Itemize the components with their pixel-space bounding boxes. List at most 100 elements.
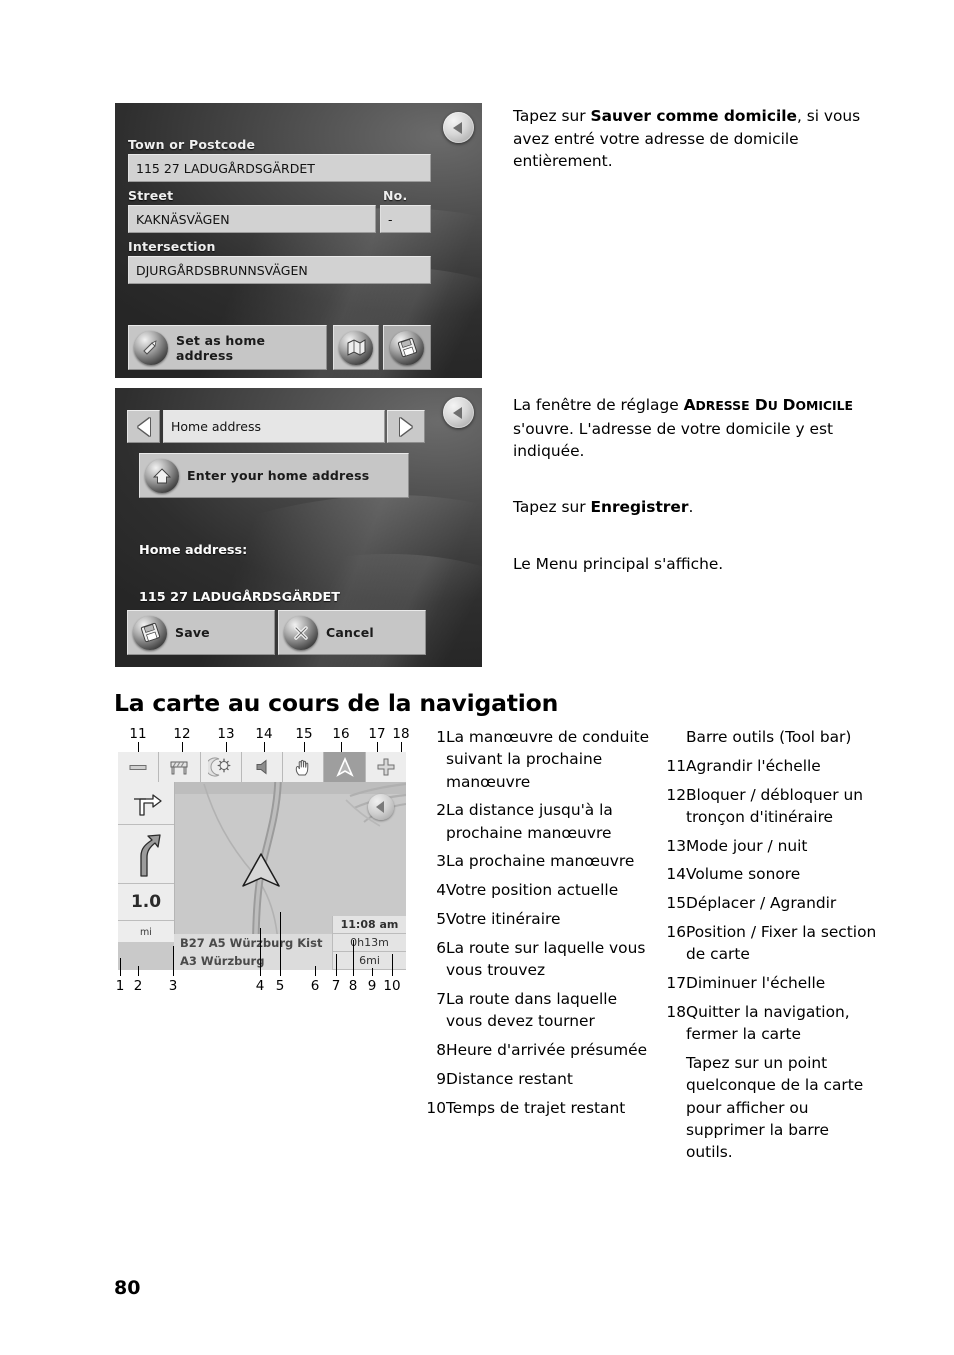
position-fix-button[interactable] — [324, 752, 366, 782]
speaker-icon — [256, 759, 267, 775]
roadblock-icon — [170, 761, 188, 775]
callout-1: 1 — [115, 978, 125, 994]
legend-item: 13 Mode jour / nuit — [664, 835, 879, 857]
callout-16: 16 — [332, 726, 350, 742]
legend-item-text: La route sur laquelle vous vous trouvez — [446, 938, 646, 980]
navigation-screenshot: 1.0 mi B27 A5 Würzburg Kist A3 Würzburg … — [118, 752, 406, 970]
turn-right-ahead-icon — [134, 794, 162, 816]
legend-item-text: Tapez sur un point quelconque de la cart… — [686, 1054, 864, 1162]
exit-navigation-button[interactable] — [368, 794, 394, 820]
eta-box: 11:08 am — [332, 916, 406, 934]
page-title: La carte au cours de la navigation — [114, 689, 559, 717]
volume-button[interactable] — [242, 752, 284, 782]
house-number-input[interactable]: - — [380, 205, 431, 233]
legend-item-number: 16 — [666, 923, 686, 942]
legend-item-text: Diminuer l'échelle — [686, 974, 826, 993]
zoom-out-scale-button[interactable] — [118, 752, 160, 782]
block-route-button[interactable] — [159, 752, 201, 782]
remaining-time-box: 0h13m — [332, 934, 406, 952]
callout-5: 5 — [275, 978, 285, 994]
leader-11 — [138, 742, 139, 752]
callout-18: 18 — [392, 726, 410, 742]
leader-10 — [392, 954, 393, 976]
minus-icon — [129, 765, 147, 770]
legend-item-text: Volume sonore — [686, 865, 801, 884]
legend-item-number: 4 — [436, 881, 446, 900]
para3-bold: Enregistrer — [590, 498, 689, 516]
legend-item: 7 La route dans laquelle vous devez tourn… — [424, 988, 654, 1033]
legend-item-text: Votre position actuelle — [446, 881, 619, 900]
back-arrow-icon — [453, 121, 462, 134]
zoom-in-scale-button[interactable] — [366, 752, 406, 782]
leader-17 — [377, 742, 378, 752]
legend-item: 9 Distance restant — [424, 1068, 654, 1090]
pan-move-button[interactable] — [283, 752, 325, 782]
cancel-button[interactable]: Cancel — [278, 610, 426, 655]
para2-post: s'ouvre. L'adresse de votre domicile y e… — [513, 419, 834, 461]
legend-item: 17 Diminuer l'échelle — [664, 972, 879, 994]
legend-item-number: 17 — [666, 974, 686, 993]
map-toolbar — [118, 752, 406, 782]
legend-item-number: 3 — [436, 852, 446, 871]
legend-item-number — [664, 1052, 686, 1163]
day-night-mode-button[interactable] — [201, 752, 242, 782]
legend-item-number: 10 — [426, 1098, 446, 1117]
maneuver-info-panel: 1.0 mi — [118, 782, 175, 942]
legend-item-text: La distance jusqu'à la prochaine manœuvr… — [446, 801, 613, 842]
para3-pre: Tapez sur — [513, 498, 591, 516]
house-icon — [145, 458, 179, 493]
callout-14: 14 — [255, 726, 273, 742]
intersection-label: Intersection — [128, 239, 216, 254]
leader-9 — [372, 968, 373, 976]
legend-item: Tapez sur un point quelconque de la cart… — [664, 1052, 879, 1163]
next-maneuver-cell — [118, 825, 174, 884]
next-maneuver-distance: 1.0 — [130, 892, 162, 912]
callout-8: 8 — [348, 978, 358, 994]
legend-item: 1 La manœuvre de conduite suivant la proc… — [424, 726, 654, 793]
small-caps-adresse-du: ADRESSE DU — [683, 396, 778, 414]
home-address-title: Home address: — [139, 543, 248, 558]
small-caps-domicile: DOMICILE — [782, 396, 853, 414]
following-maneuver-cell — [118, 782, 174, 825]
set-as-home-address-button[interactable]: Set as home address — [128, 325, 327, 370]
back-button[interactable] — [443, 397, 474, 428]
back-button[interactable] — [443, 112, 474, 143]
legend-item: 11 Agrandir l'échelle — [664, 755, 879, 777]
legend-item: 10 Temps de trajet restant — [424, 1097, 654, 1119]
map-canvas[interactable]: 1.0 mi B27 A5 Würzburg Kist A3 Würzburg … — [118, 782, 406, 970]
legend-item: 16 Position / Fixer la section de carte — [664, 921, 879, 966]
leader-15 — [304, 742, 305, 752]
home-pin-icon — [134, 330, 168, 365]
paragraph-save-as-home: Tapez sur Sauver comme domicile, si vous… — [513, 105, 865, 173]
plus-icon — [377, 758, 395, 776]
legend-item: 2 La distance jusqu'à la prochaine manœuv… — [424, 799, 654, 844]
legend-item: Barre outils (Tool bar) — [664, 726, 879, 748]
street-input[interactable]: KAKNÄSVÄGEN — [128, 205, 376, 233]
page-number: 80 — [114, 1277, 141, 1299]
legend-item-text: La prochaine manœuvre — [446, 852, 635, 871]
show-on-map-button[interactable] — [333, 325, 379, 370]
legend-item: 5 Votre itinéraire — [424, 908, 654, 930]
bear-right-icon — [140, 834, 161, 877]
callout-7: 7 — [331, 978, 341, 994]
legend-item-number: 1 — [436, 728, 446, 746]
save-button[interactable] — [383, 325, 431, 370]
town-or-postcode-input[interactable]: 115 27 LADUGÅRDSGÄRDET — [128, 154, 431, 182]
leader-13 — [226, 742, 227, 752]
save-icon — [390, 330, 424, 365]
left-arrow-icon — [137, 417, 150, 436]
leader-6 — [315, 966, 316, 976]
enter-home-address-button[interactable]: Enter your home address — [139, 453, 409, 498]
next-setting-button[interactable] — [387, 410, 425, 443]
leader-16 — [341, 742, 342, 752]
save-button[interactable]: Save — [127, 610, 275, 655]
intersection-input[interactable]: DJURGÅRDSBRUNNSVÄGEN — [128, 256, 431, 284]
callout-10: 10 — [383, 978, 401, 994]
legend-item-text: Quitter la navigation, fermer la carte — [686, 1002, 850, 1044]
legend-item-number: 11 — [666, 756, 686, 775]
distance-unit: mi — [140, 926, 152, 938]
para4-text: Le Menu principal s'affiche. — [513, 555, 724, 573]
distance-unit-cell: mi — [118, 921, 174, 943]
previous-setting-button[interactable] — [127, 410, 160, 443]
legend-item-number: 9 — [436, 1069, 446, 1088]
